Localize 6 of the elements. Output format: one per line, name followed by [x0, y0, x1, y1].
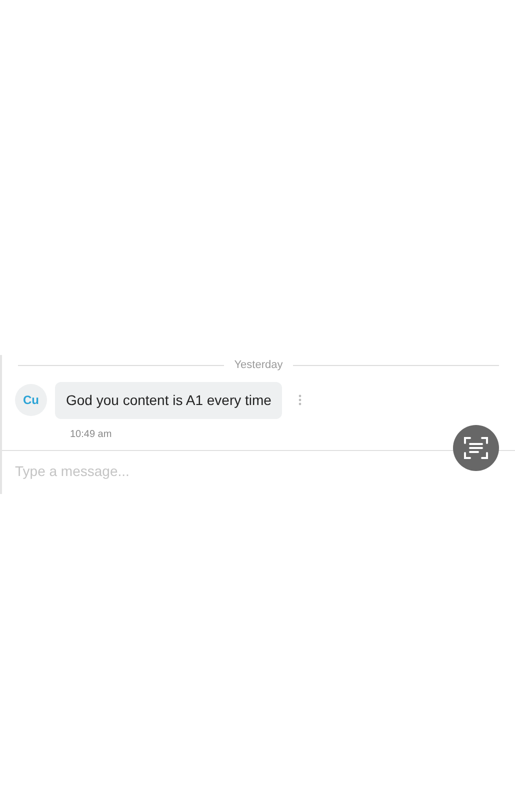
message-time: 10:49 am	[70, 428, 113, 442]
scan-text-button[interactable]	[453, 425, 499, 471]
scan-icon	[463, 435, 489, 461]
message-bubble: God you content is A1 every time	[55, 382, 282, 418]
avatar: Cu	[15, 384, 47, 416]
date-divider: Yesterday	[233, 358, 284, 373]
